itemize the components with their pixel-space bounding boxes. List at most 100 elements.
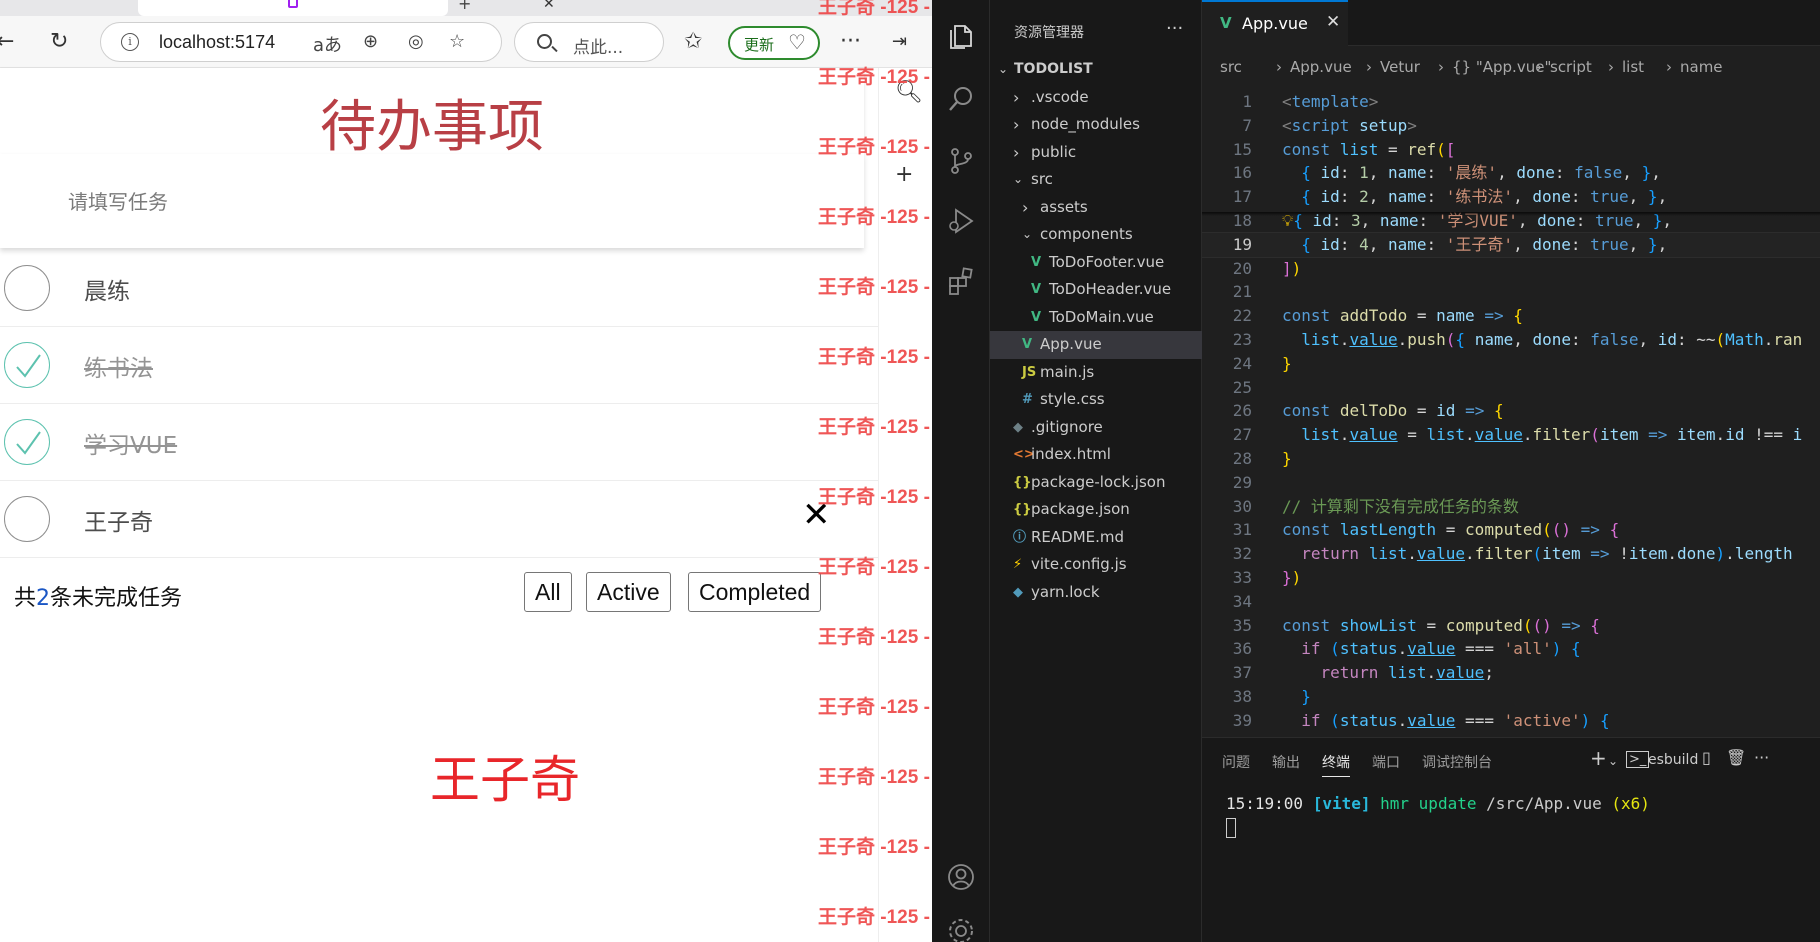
tree-item[interactable]: ⌄ src bbox=[990, 166, 1202, 194]
tree-item[interactable]: JS main.js bbox=[990, 359, 1202, 387]
code-line[interactable]: 33}) bbox=[1202, 566, 1820, 590]
code-line[interactable]: 36 if (status.value === 'all') { bbox=[1202, 637, 1820, 661]
panel-more-icon[interactable]: ··· bbox=[1754, 748, 1769, 767]
tree-item[interactable]: › .vscode bbox=[990, 84, 1202, 112]
tab-app-vue[interactable]: V App.vue ✕ bbox=[1202, 0, 1348, 46]
site-info-icon[interactable]: i bbox=[121, 33, 139, 51]
favorites-icon[interactable]: ✩ bbox=[684, 28, 702, 56]
favorite-star-icon[interactable]: ☆ bbox=[449, 31, 465, 52]
settings-gear-icon[interactable] bbox=[946, 916, 976, 942]
split-terminal-icon[interactable]: ▯ bbox=[1702, 748, 1711, 767]
new-todo-input[interactable]: 请填写任务 bbox=[0, 154, 864, 248]
run-debug-icon[interactable] bbox=[946, 206, 976, 236]
tree-item[interactable]: # style.css bbox=[990, 386, 1202, 414]
sidebar-add-icon[interactable]: + bbox=[895, 162, 913, 187]
tree-item[interactable]: › public bbox=[990, 139, 1202, 167]
terminal-name[interactable]: esbuild bbox=[1648, 752, 1698, 768]
code-line[interactable]: 37 return list.value; bbox=[1202, 661, 1820, 685]
code-line[interactable]: 23 list.value.push({ name, done: false, … bbox=[1202, 328, 1820, 352]
tree-item[interactable]: ⌄ components bbox=[990, 221, 1202, 249]
tree-item[interactable]: V ToDoFooter.vue bbox=[990, 249, 1202, 277]
explorer-more-icon[interactable]: ··· bbox=[1166, 18, 1183, 39]
update-button[interactable]: 更新 ♡ bbox=[728, 26, 820, 60]
code-line[interactable]: 31 const lastLength = computed(() => { bbox=[1202, 518, 1820, 542]
panel-tab[interactable]: 终端 bbox=[1322, 752, 1350, 777]
code-line[interactable]: 19 { id: 4, name: '王子奇', done: true, }, bbox=[1202, 231, 1820, 258]
code-line[interactable]: 32 return list.value.filter(item => !ite… bbox=[1202, 542, 1820, 566]
code-line[interactable]: 38 } bbox=[1202, 685, 1820, 709]
close-tab-icon[interactable]: ✕ bbox=[543, 0, 555, 12]
refresh-icon[interactable]: ↻ bbox=[50, 28, 68, 56]
tree-item[interactable]: ⚡ vite.config.js bbox=[990, 551, 1202, 579]
code-line[interactable]: 29 bbox=[1202, 471, 1820, 495]
extensions-icon[interactable] bbox=[946, 266, 976, 296]
breadcrumb-item[interactable]: App.vue bbox=[1290, 58, 1352, 76]
zoom-icon[interactable]: ⊕ bbox=[363, 31, 378, 52]
code-line[interactable]: 26 const delToDo = id => { bbox=[1202, 399, 1820, 423]
checked-circle-icon[interactable] bbox=[4, 419, 50, 465]
tree-item[interactable]: ◆ yarn.lock bbox=[990, 579, 1202, 607]
panel-tab[interactable]: 调试控制台 bbox=[1422, 752, 1492, 772]
breadcrumb-item[interactable]: Vetur bbox=[1380, 58, 1420, 76]
filter-completed-button[interactable]: Completed bbox=[688, 572, 822, 612]
new-terminal-icon[interactable]: + bbox=[1590, 746, 1607, 770]
tree-item[interactable]: V ToDoHeader.vue bbox=[990, 276, 1202, 304]
breadcrumb-item[interactable]: script bbox=[1550, 58, 1592, 76]
read-aloud-icon[interactable]: aあ bbox=[313, 31, 342, 57]
address-bar[interactable]: i localhost:5174 aあ ⊕ ◎ ☆ bbox=[100, 22, 502, 62]
chevron-down-icon[interactable]: ⌄ bbox=[1608, 754, 1618, 768]
breadcrumb-item[interactable]: list bbox=[1622, 58, 1644, 76]
panel-tab[interactable]: 问题 bbox=[1222, 752, 1250, 772]
tree-project-root[interactable]: ⌄ TODOLIST bbox=[990, 56, 1202, 84]
todo-item[interactable]: 学习VUE bbox=[0, 404, 878, 481]
unchecked-circle-icon[interactable] bbox=[4, 265, 50, 311]
code-editor[interactable]: 1 <template> 7 <script setup> 15 const list =… bbox=[1202, 82, 1820, 737]
code-line[interactable]: 1 <template> bbox=[1202, 90, 1820, 114]
code-line[interactable]: 27 list.value = list.value.filter(item =… bbox=[1202, 423, 1820, 447]
back-icon[interactable]: ← bbox=[0, 28, 14, 56]
breadcrumb-item[interactable]: name bbox=[1680, 58, 1723, 76]
unchecked-circle-icon[interactable] bbox=[4, 496, 50, 542]
more-menu-icon[interactable]: ··· bbox=[840, 28, 861, 56]
tree-item[interactable]: <> index.html bbox=[990, 441, 1202, 469]
code-line[interactable]: 22 const addTodo = name => { bbox=[1202, 304, 1820, 328]
code-line[interactable]: 16 { id: 1, name: '晨练', done: false, }, bbox=[1202, 161, 1820, 185]
tree-item[interactable]: ◆ .gitignore bbox=[990, 414, 1202, 442]
sidebar-toggle-icon[interactable]: ⇥ bbox=[892, 28, 907, 56]
code-line[interactable]: 34 bbox=[1202, 590, 1820, 614]
code-line[interactable]: 20]) bbox=[1202, 257, 1820, 281]
code-line[interactable]: 30 // 计算剩下没有完成任务的条数 bbox=[1202, 495, 1820, 519]
todo-item[interactable]: 练书法 bbox=[0, 327, 878, 404]
search-box[interactable]: 点此... bbox=[514, 22, 664, 62]
panel-tab[interactable]: 输出 bbox=[1272, 752, 1300, 772]
terminal-output[interactable]: 15:19:00 [vite] hmr update /src/App.vue … bbox=[1226, 794, 1650, 813]
account-icon[interactable] bbox=[946, 862, 976, 892]
code-line[interactable]: 28} bbox=[1202, 447, 1820, 471]
code-line[interactable]: 17 { id: 2, name: '练书法', done: true, }, bbox=[1202, 185, 1820, 209]
search-icon[interactable] bbox=[946, 84, 976, 114]
source-control-icon[interactable] bbox=[946, 146, 976, 176]
code-line[interactable]: 25 bbox=[1202, 376, 1820, 400]
filter-active-button[interactable]: Active bbox=[586, 572, 671, 612]
code-line[interactable]: 24} bbox=[1202, 352, 1820, 376]
filter-all-button[interactable]: All bbox=[524, 572, 572, 612]
code-line[interactable]: 15 const list = ref([ bbox=[1202, 138, 1820, 162]
todo-item[interactable]: 晨练 bbox=[0, 250, 878, 327]
new-tab-icon[interactable]: + bbox=[458, 0, 471, 13]
panel-tab[interactable]: 端口 bbox=[1372, 752, 1400, 772]
tree-item[interactable]: › assets bbox=[990, 194, 1202, 222]
close-tab-icon[interactable]: ✕ bbox=[1326, 12, 1340, 32]
explorer-icon[interactable] bbox=[946, 22, 976, 52]
edge-extension-icon[interactable]: ◎ bbox=[408, 31, 424, 52]
code-line[interactable]: 35 const showList = computed(() => { bbox=[1202, 614, 1820, 638]
trash-icon[interactable]: 🗑︎ bbox=[1726, 748, 1746, 767]
tree-item[interactable]: › node_modules bbox=[990, 111, 1202, 139]
tree-item[interactable]: {} package.json bbox=[990, 496, 1202, 524]
breadcrumb-item[interactable]: src bbox=[1220, 58, 1242, 76]
browser-tab[interactable]: ✕ bbox=[138, 0, 555, 16]
checked-circle-icon[interactable] bbox=[4, 342, 50, 388]
tree-item[interactable]: V App.vue bbox=[990, 331, 1202, 359]
code-line[interactable]: 21 bbox=[1202, 280, 1820, 304]
tree-item[interactable]: {} package-lock.json bbox=[990, 469, 1202, 497]
code-line[interactable]: 39 if (status.value === 'active') { bbox=[1202, 709, 1820, 733]
